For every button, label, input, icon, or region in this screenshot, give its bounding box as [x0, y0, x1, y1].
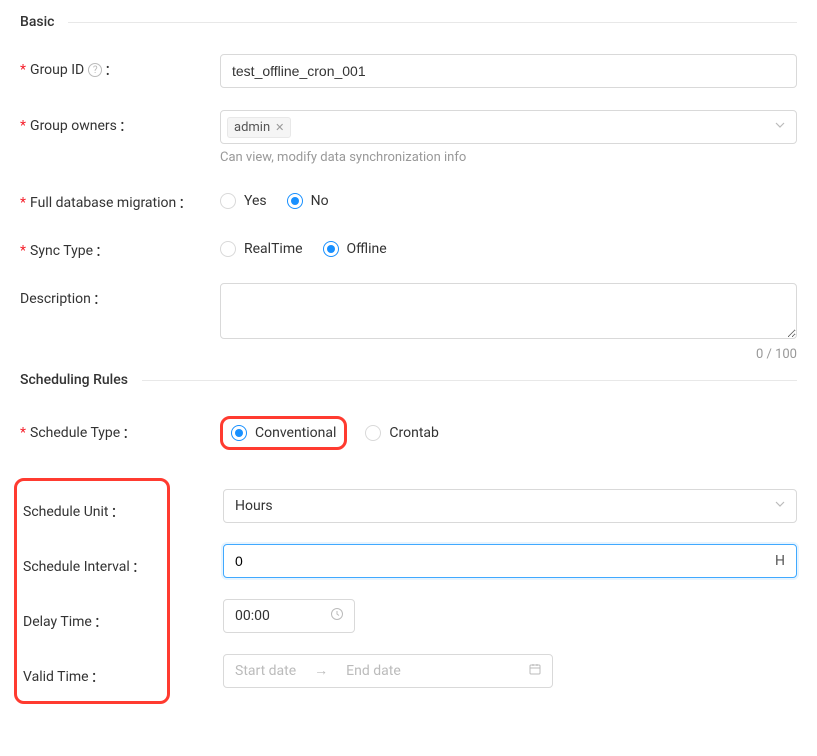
label-group-owners: * Group owners ： — [20, 110, 220, 136]
schedule-interval-input[interactable] — [235, 553, 767, 569]
radio-label: RealTime — [244, 241, 303, 257]
schedule-unit-select[interactable]: Hours — [223, 489, 797, 523]
label-schedule-type: * Schedule Type ： — [20, 423, 220, 443]
description-textarea[interactable] — [220, 283, 797, 339]
select-value: Hours — [235, 498, 273, 514]
label-schedule-interval: Schedule Interval ： — [17, 551, 167, 577]
radio-offline[interactable]: Offline — [323, 241, 387, 257]
required-asterisk: * — [20, 243, 26, 259]
label-valid-time: Valid Time ： — [17, 661, 167, 687]
radio-conventional[interactable]: Conventional — [231, 425, 336, 441]
row-group-id: * Group ID ? ： — [20, 54, 797, 88]
full-db-migration-radio-group: Yes No — [220, 187, 797, 209]
required-asterisk: * — [20, 425, 26, 441]
radio-label: Conventional — [255, 425, 336, 441]
tag-remove-icon[interactable]: ✕ — [275, 121, 284, 134]
owner-tag-label: admin — [234, 120, 270, 135]
radio-label: Crontab — [389, 425, 439, 441]
chevron-down-icon — [774, 498, 786, 514]
divider — [68, 22, 797, 23]
group-owners-select[interactable]: admin ✕ — [220, 110, 797, 144]
owner-tag: admin ✕ — [227, 117, 291, 138]
required-asterisk: * — [20, 62, 26, 78]
radio-label: No — [311, 193, 329, 209]
radio-icon — [365, 425, 381, 441]
clock-icon — [330, 607, 344, 625]
radio-yes[interactable]: Yes — [220, 193, 267, 209]
time-value: 00:00 — [235, 608, 270, 624]
row-sync-type: * Sync Type ： RealTime Offline — [20, 235, 797, 261]
radio-icon-checked — [231, 425, 247, 441]
radio-icon-checked — [287, 193, 303, 209]
chevron-down-icon — [774, 119, 786, 135]
required-asterisk: * — [20, 118, 26, 134]
required-asterisk: * — [20, 195, 26, 211]
arrow-right-icon: → — [314, 662, 328, 679]
delay-time-picker[interactable]: 00:00 — [223, 599, 355, 633]
radio-crontab[interactable]: Crontab — [365, 425, 439, 441]
radio-icon — [220, 193, 236, 209]
label-full-db-migration: * Full database migration ： — [20, 187, 220, 213]
highlight-schedule-labels: Schedule Unit ： Schedule Interval ： Dela… — [14, 478, 170, 704]
calendar-icon — [528, 662, 542, 680]
row-group-owners: * Group owners ： admin ✕ Can view, modif… — [20, 110, 797, 165]
label-description: Description ： — [20, 283, 220, 309]
section-header-scheduling: Scheduling Rules — [20, 372, 797, 388]
interval-suffix: H — [775, 553, 785, 569]
radio-realtime[interactable]: RealTime — [220, 241, 303, 257]
valid-time-range-picker[interactable]: Start date → End date — [223, 654, 553, 688]
radio-icon-checked — [323, 241, 339, 257]
schedule-interval-input-wrapper: H — [223, 544, 797, 578]
highlight-conventional: Conventional — [220, 416, 347, 450]
radio-label: Offline — [347, 241, 387, 257]
radio-label: Yes — [244, 193, 267, 209]
label-sync-type: * Sync Type ： — [20, 235, 220, 261]
label-group-id: * Group ID ? ： — [20, 54, 220, 80]
section-title-basic: Basic — [20, 14, 54, 30]
group-owners-help: Can view, modify data synchronization in… — [220, 150, 797, 165]
radio-no[interactable]: No — [287, 193, 329, 209]
row-full-db-migration: * Full database migration ： Yes No — [20, 187, 797, 213]
row-schedule-type: * Schedule Type ： Conventional Crontab — [20, 416, 797, 450]
label-schedule-unit: Schedule Unit ： — [17, 496, 167, 522]
sync-type-radio-group: RealTime Offline — [220, 235, 797, 257]
section-header-basic: Basic — [20, 14, 797, 30]
row-description: Description ： 0 / 100 — [20, 283, 797, 362]
char-counter: 0 / 100 — [220, 347, 797, 362]
help-icon[interactable]: ? — [88, 63, 102, 77]
section-title-scheduling: Scheduling Rules — [20, 372, 128, 388]
end-date-placeholder: End date — [346, 663, 401, 679]
start-date-placeholder: Start date — [235, 663, 296, 679]
group-id-input[interactable] — [220, 54, 797, 88]
divider — [142, 380, 797, 381]
radio-icon — [220, 241, 236, 257]
scheduling-fields-grid: Schedule Unit ： Schedule Interval ： Dela… — [20, 478, 797, 704]
label-delay-time: Delay Time ： — [17, 606, 167, 632]
